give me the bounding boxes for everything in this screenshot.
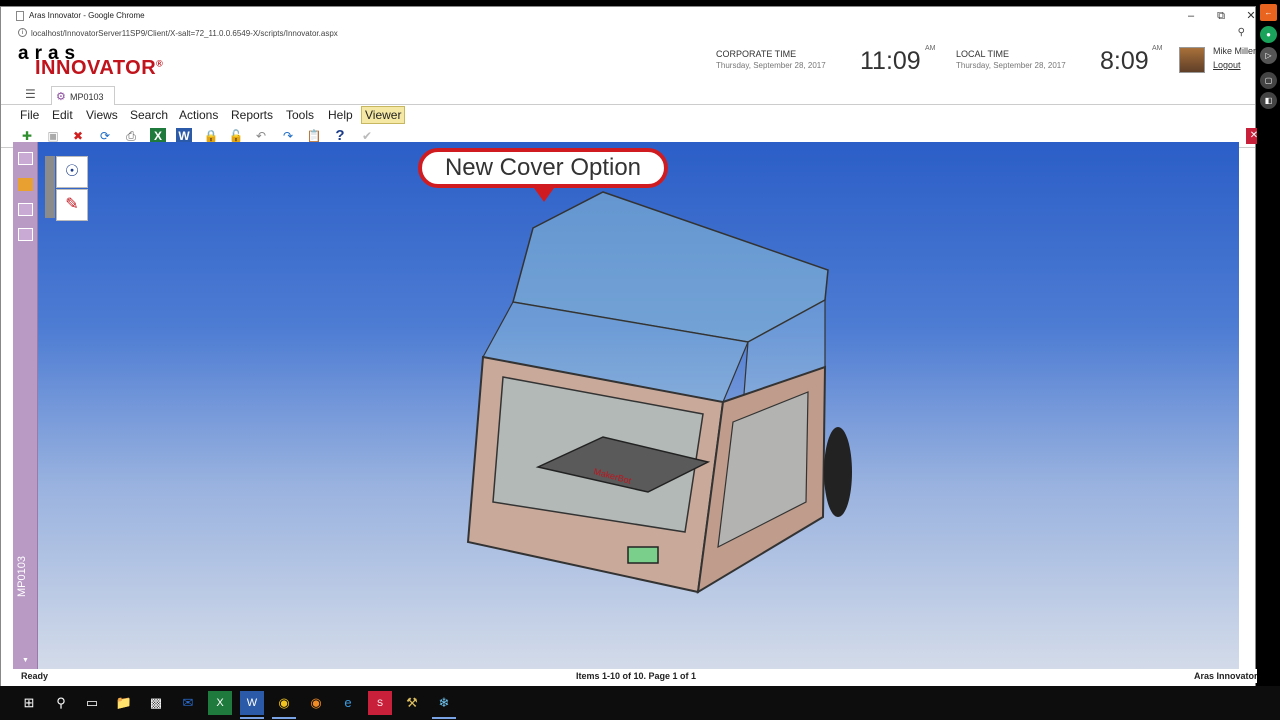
window-title: Aras Innovator - Google Chrome	[29, 11, 145, 20]
menu-views[interactable]: Views	[86, 108, 118, 122]
menu-tools[interactable]: Tools	[286, 108, 314, 122]
windows-start-icon[interactable]: ⊞	[17, 691, 41, 715]
app-header: aras INNOVATOR® CORPORATE TIME Thursday,…	[1, 41, 1257, 89]
address-bar[interactable]: i localhost/InnovatorServer11SP9/Client/…	[1, 25, 1255, 41]
corporate-time-label: CORPORATE TIME	[716, 49, 797, 59]
outlook-icon[interactable]: ✉	[176, 691, 200, 715]
zoom-icon[interactable]: ⚲	[1238, 27, 1245, 38]
callout-tail	[534, 188, 554, 202]
avatar[interactable]	[1179, 47, 1205, 73]
window-share-icon[interactable]: ◧	[1260, 92, 1277, 109]
menu-edit[interactable]: Edit	[52, 108, 73, 122]
gear-icon: ⚙	[56, 91, 66, 103]
local-ampm: AM	[1152, 45, 1163, 52]
drag-handle[interactable]	[45, 156, 55, 218]
corporate-time: 11:09	[860, 47, 921, 75]
logo-innovator-text: INNOVATOR	[35, 57, 157, 79]
menu-actions[interactable]: Actions	[179, 108, 218, 122]
callout-bubble: New Cover Option	[418, 148, 668, 188]
registered-mark: ®	[156, 58, 164, 69]
logout-link[interactable]: Logout	[1213, 60, 1241, 70]
terminal-icon[interactable]: ▩	[144, 691, 168, 715]
pagination-status: Items 1-10 of 10. Page 1 of 1	[576, 671, 697, 681]
tab-mp0103[interactable]: ⚙ MP0103	[51, 86, 115, 105]
lcd-screen	[627, 546, 659, 564]
solidworks-icon[interactable]: S	[368, 691, 392, 715]
back-arrow-icon[interactable]: ←	[1260, 4, 1277, 21]
menu-help[interactable]: Help	[328, 108, 353, 122]
search-icon[interactable]: ⚲	[49, 691, 73, 715]
side-item-label: MP0103	[16, 556, 28, 597]
right-rail: ← ● ▷ ▢ ◧	[1257, 0, 1280, 686]
filament-spool	[824, 427, 852, 517]
menu-viewer[interactable]: Viewer	[361, 106, 406, 124]
menu-search[interactable]: Search	[130, 108, 168, 122]
screen-share-icon[interactable]: ▢	[1260, 72, 1277, 89]
taskbar: ⊞ ⚲ ▭ 📁 ▩ ✉ X W ◉ ◉ e S ⚒ ❄	[0, 686, 1280, 720]
app-name: Aras Innovator	[1194, 671, 1258, 681]
hamburger-icon[interactable]: ☰	[25, 87, 36, 101]
local-time-label: LOCAL TIME	[956, 49, 1010, 59]
compass-icon[interactable]: ☉	[56, 156, 88, 188]
chrome-icon[interactable]: ◉	[272, 691, 296, 719]
tools-icon[interactable]: ⚒	[400, 691, 424, 715]
menu-bar: File Edit Views Search Actions Reports T…	[1, 105, 1255, 125]
word-app-icon[interactable]: W	[240, 691, 264, 719]
corporate-date: Thursday, September 28, 2017	[716, 61, 826, 70]
ie-icon[interactable]: e	[336, 691, 360, 715]
viewer-tool-panel: ☉ ✎	[45, 156, 93, 222]
excel-app-icon[interactable]: X	[208, 691, 232, 715]
page-icon	[16, 11, 24, 21]
status-bar: Ready Items 1-10 of 10. Page 1 of 1 Aras…	[13, 669, 1260, 683]
document-icon[interactable]	[18, 203, 33, 216]
minimize-button[interactable]: –	[1181, 8, 1201, 24]
snowflake-app-icon[interactable]: ❄	[432, 691, 456, 719]
viewer-canvas[interactable]: MP0103 ▼ ☉ ✎ MakerBot New Cover Option	[13, 142, 1239, 669]
form-icon[interactable]	[18, 152, 33, 165]
user-name: Mike Miller	[1213, 46, 1257, 56]
local-time: 8:09	[1100, 47, 1149, 75]
status-ready: Ready	[21, 671, 49, 681]
firefox-icon[interactable]: ◉	[304, 691, 328, 715]
restore-button[interactable]: ⧉	[1211, 8, 1231, 24]
logo-innovator: INNOVATOR®	[35, 57, 163, 80]
tab-label: MP0103	[70, 92, 104, 102]
menu-reports[interactable]: Reports	[231, 108, 273, 122]
info-icon[interactable]: i	[18, 28, 27, 37]
tabs-row: ☰ ⚙ MP0103	[1, 85, 1255, 105]
url-text[interactable]: localhost/InnovatorServer11SP9/Client/X-…	[31, 29, 338, 38]
printer-3d-model: MakerBot	[466, 191, 852, 594]
image-icon[interactable]	[18, 228, 33, 241]
local-date: Thursday, September 28, 2017	[956, 61, 1066, 70]
microphone-icon[interactable]: ●	[1260, 26, 1277, 43]
corporate-time-block: CORPORATE TIME Thursday, September 28, 2…	[716, 49, 826, 70]
markup-pen-icon[interactable]: ✎	[56, 189, 88, 221]
camera-icon[interactable]: ▷	[1260, 47, 1277, 64]
file-explorer-icon[interactable]: 📁	[112, 691, 136, 715]
menu-file[interactable]: File	[20, 108, 39, 122]
task-view-icon[interactable]: ▭	[80, 691, 104, 715]
side-panel: MP0103 ▼	[13, 142, 38, 669]
corporate-ampm: AM	[925, 45, 936, 52]
collapse-arrow-icon[interactable]: ▼	[22, 657, 29, 664]
local-time-block: LOCAL TIME Thursday, September 28, 2017	[956, 49, 1066, 70]
title-bar: Aras Innovator - Google Chrome – ⧉ ✕	[1, 7, 1256, 25]
box-icon[interactable]	[18, 178, 33, 191]
